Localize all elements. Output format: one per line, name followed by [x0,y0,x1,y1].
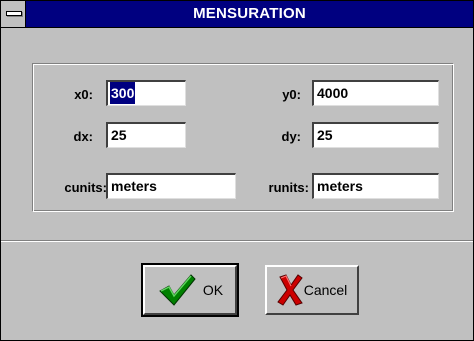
system-menu-button[interactable] [1,1,26,27]
dy-field[interactable]: 25 [312,122,439,148]
runits-value: meters [317,178,363,194]
ok-label: OK [202,282,224,298]
cunits-field[interactable]: meters [106,173,236,199]
y0-field[interactable]: 4000 [312,80,439,106]
runits-label: runits: [268,180,309,195]
cancel-label: Cancel [303,282,348,298]
dx-label: dx: [73,129,94,144]
dialog-separator [1,240,473,242]
red-x-icon [276,274,303,306]
system-menu-icon [6,11,22,16]
cunits-label: cunits: [64,180,107,195]
dx-field[interactable]: 25 [106,122,186,148]
dy-value: 25 [317,127,333,143]
mensuration-dialog: MENSURATION x0: 300 y0: 4000 dx: 25 dy: … [0,0,474,341]
y0-label: y0: [282,87,301,102]
window-title: MENSURATION [193,5,306,22]
dy-label: dy: [281,129,302,144]
x0-label: x0: [74,87,93,102]
cancel-button[interactable]: Cancel [265,265,359,315]
runits-field[interactable]: meters [312,173,439,199]
y0-value: 4000 [317,85,349,101]
title-bar[interactable]: MENSURATION [1,1,473,28]
checkmark-icon [159,274,196,306]
cunits-value: meters [111,178,157,194]
x0-field[interactable]: 300 [106,80,186,106]
x0-value: 300 [110,82,136,104]
ok-button[interactable]: OK [141,263,239,317]
dx-value: 25 [111,127,127,143]
